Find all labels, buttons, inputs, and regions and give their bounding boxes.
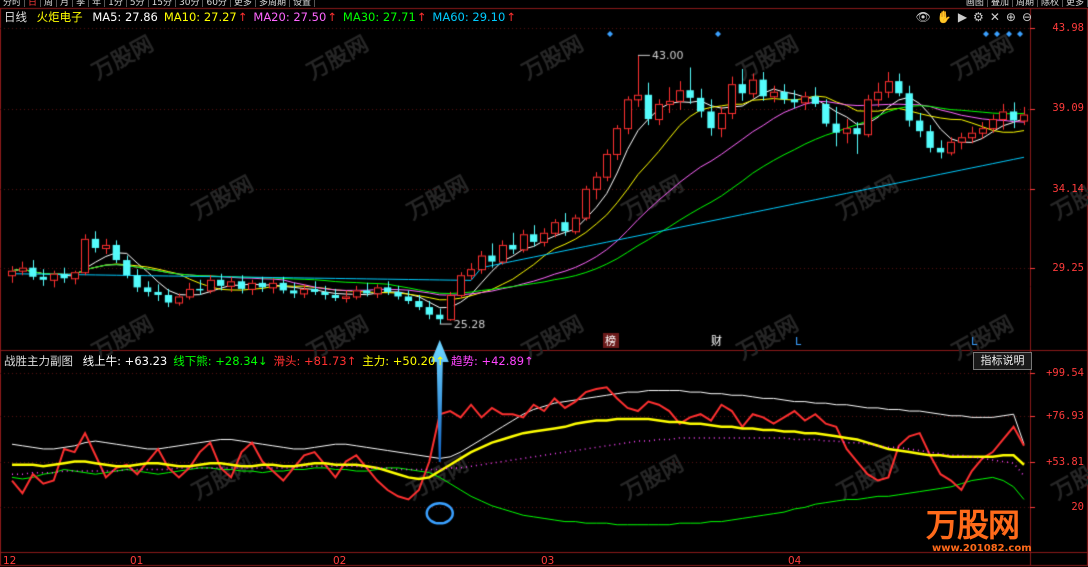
chart-tools: 👁 ✋ ▶ ⚙ ✕ ⊕ ⊖ — [910, 10, 1032, 24]
sub-ytick-3: +53.81 — [1046, 456, 1084, 468]
sub-legend-item: 趋势: +42.89↑ — [450, 354, 534, 368]
sub-legend-item: 主力: +50.20↑ — [362, 354, 445, 368]
tab-more[interactable]: 更多 — [231, 0, 256, 7]
hand-icon[interactable]: ✋ — [937, 10, 952, 24]
zoom-in-icon[interactable]: ⊕ — [1006, 10, 1016, 24]
indicator-help-button[interactable]: 指标说明 — [973, 352, 1032, 370]
close-icon[interactable]: ✕ — [990, 10, 1000, 24]
stock-name[interactable]: 火炬电子 — [37, 10, 83, 24]
tab-yearly[interactable]: 年 — [89, 0, 106, 7]
xtick-feb: 02 — [333, 555, 347, 567]
zoom-out-icon[interactable]: ⊖ — [1022, 10, 1032, 24]
tab-daily[interactable]: 日 — [25, 0, 42, 7]
settings-icon[interactable]: ⚙ — [973, 10, 984, 24]
sub-legend-item: 线下熊: +28.34↓ — [173, 354, 268, 368]
main-ytick-3: 34.14 — [1052, 183, 1084, 195]
tab-5min[interactable]: 5分 — [127, 0, 149, 7]
xtick-mar: 03 — [541, 555, 555, 567]
overlay-button[interactable]: 叠加 — [988, 0, 1013, 7]
ma-legend-item: MA10: 27.27 — [163, 10, 237, 24]
main-ytick-1: 43.98 — [1052, 22, 1084, 34]
chart-canvas[interactable] — [0, 0, 1088, 567]
tab-monthly[interactable]: 月 — [57, 0, 74, 7]
tab-timeshare[interactable]: 分时 — [0, 0, 26, 7]
main-ytick-4: 29.25 — [1052, 262, 1084, 274]
sub-ytick-1: +99.54 — [1046, 367, 1084, 379]
eye-icon[interactable]: 👁 — [916, 10, 931, 24]
main-ytick-2: 39.09 — [1052, 102, 1084, 114]
xtick-apr: 04 — [788, 555, 802, 567]
period-toolbar: 分时日周月季年 1分 5分 15分 30分 60分 更多 多周期 设置 画图 叠加 周期 除权 更多 — [0, 0, 1088, 7]
sub-header: 战胜主力副图 线上牛: +63.23 线下熊: +28.34↓ 滑头: +81.73… — [4, 354, 546, 368]
sub-legend-item: 线上牛: +63.23 — [82, 354, 168, 368]
ma-legend-item: MA20: 27.50 — [253, 10, 327, 24]
brand-url: www.201082.com — [932, 543, 1032, 554]
tab-multi-period[interactable]: 多周期 — [256, 0, 290, 7]
brand-logo: 万股网 — [926, 506, 1020, 544]
main-header: 日线 火炬电子 MA5: 27.86 MA10: 27.27↑ MA20: 27.5… — [4, 10, 528, 24]
play-icon[interactable]: ▶ — [958, 10, 967, 24]
ma-legend: MA5: 27.86 MA10: 27.27↑ MA20: 27.50↑ MA30: … — [92, 10, 516, 24]
xtick-jan: 01 — [130, 555, 144, 567]
tab-settings[interactable]: 设置 — [290, 0, 315, 7]
sub-ytick-2: +76.93 — [1046, 410, 1084, 422]
sub-legend: 线上牛: +63.23 线下熊: +28.34↓ 滑头: +81.73↑ 主力: +5… — [83, 354, 540, 368]
right-toolbar: 画图 叠加 周期 除权 更多 — [963, 0, 1088, 7]
xtick-dec: 12 — [3, 555, 17, 567]
tab-weekly[interactable]: 周 — [41, 0, 58, 7]
tab-60min[interactable]: 60分 — [203, 0, 231, 7]
tab-quarterly[interactable]: 季 — [73, 0, 90, 7]
draw-button[interactable]: 画图 — [963, 0, 988, 7]
more-button[interactable]: 更多 — [1063, 0, 1088, 7]
period-label: 日线 — [4, 10, 27, 24]
ma-legend-item: MA60: 29.10 — [432, 10, 506, 24]
sub-ytick-4: 20 — [1071, 501, 1084, 513]
tab-15min[interactable]: 15分 — [149, 0, 177, 7]
tab-30min[interactable]: 30分 — [176, 0, 204, 7]
ma-legend-item: MA5: 27.86 — [92, 10, 158, 24]
ex-rights-button[interactable]: 除权 — [1038, 0, 1063, 7]
sub-legend-item: 滑头: +81.73↑ — [273, 354, 357, 368]
sub-panel-title: 战胜主力副图 — [4, 354, 73, 368]
tab-1min[interactable]: 1分 — [105, 0, 127, 7]
cycle-button[interactable]: 周期 — [1013, 0, 1038, 7]
ma-legend-item: MA30: 27.71 — [342, 10, 416, 24]
